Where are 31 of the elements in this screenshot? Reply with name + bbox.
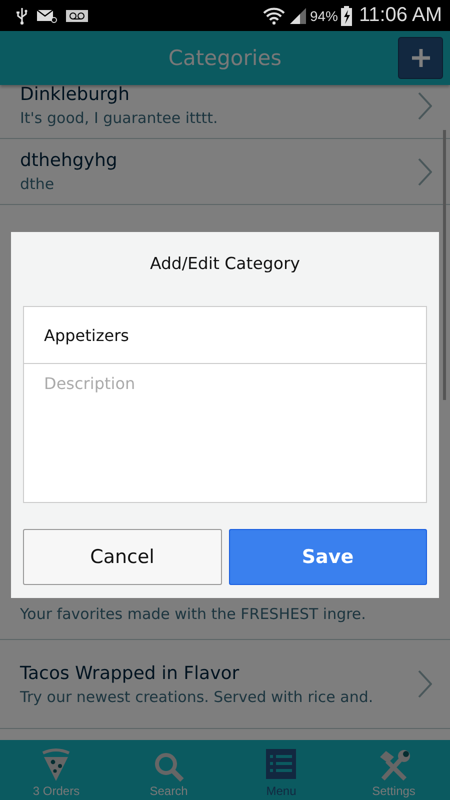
category-row[interactable]: Tacos Wrapped in Flavor Try our newest creations. Served with rice and. xyxy=(0,640,450,729)
clock: 11:06 AM xyxy=(358,4,442,27)
add-button[interactable] xyxy=(398,37,443,79)
cancel-button[interactable]: Cancel xyxy=(23,529,222,585)
category-title: dthehgyhg xyxy=(20,150,118,171)
battery-charging-icon xyxy=(340,6,352,26)
chevron-right-icon xyxy=(418,92,432,120)
wifi-icon xyxy=(262,6,286,24)
category-row[interactable]: Dinkleburgh It's good, I guarantee itttt. xyxy=(0,85,450,139)
usb-icon xyxy=(16,6,28,24)
category-title: Dinkleburgh xyxy=(20,85,131,105)
dialog-title: Add/Edit Category xyxy=(148,252,302,274)
chevron-right-icon xyxy=(418,158,432,186)
description-field[interactable]: Description xyxy=(23,364,427,503)
chevron-right-icon xyxy=(418,670,432,698)
category-description: Try our newest creations. Served with rice and. xyxy=(20,688,374,706)
name-field[interactable]: Appetizers xyxy=(23,306,427,364)
category-description: dthe xyxy=(20,175,56,193)
signal-icon xyxy=(288,6,307,24)
save-button[interactable]: Save xyxy=(228,529,427,585)
header-title: Categories xyxy=(168,46,282,70)
category-title: Tacos Wrapped in Flavor xyxy=(20,662,240,684)
battery-percent: 94% xyxy=(310,8,338,24)
category-description: It's good, I guarantee itttt. xyxy=(20,109,219,127)
voicemail-icon xyxy=(66,10,88,22)
category-description: Your favorites made with the FRESHEST ingre. xyxy=(20,605,367,623)
mail-icon xyxy=(37,8,57,22)
plus-icon xyxy=(410,48,430,68)
pizza-slice-icon xyxy=(41,747,72,783)
list-icon xyxy=(266,749,296,779)
search-icon xyxy=(152,751,185,783)
